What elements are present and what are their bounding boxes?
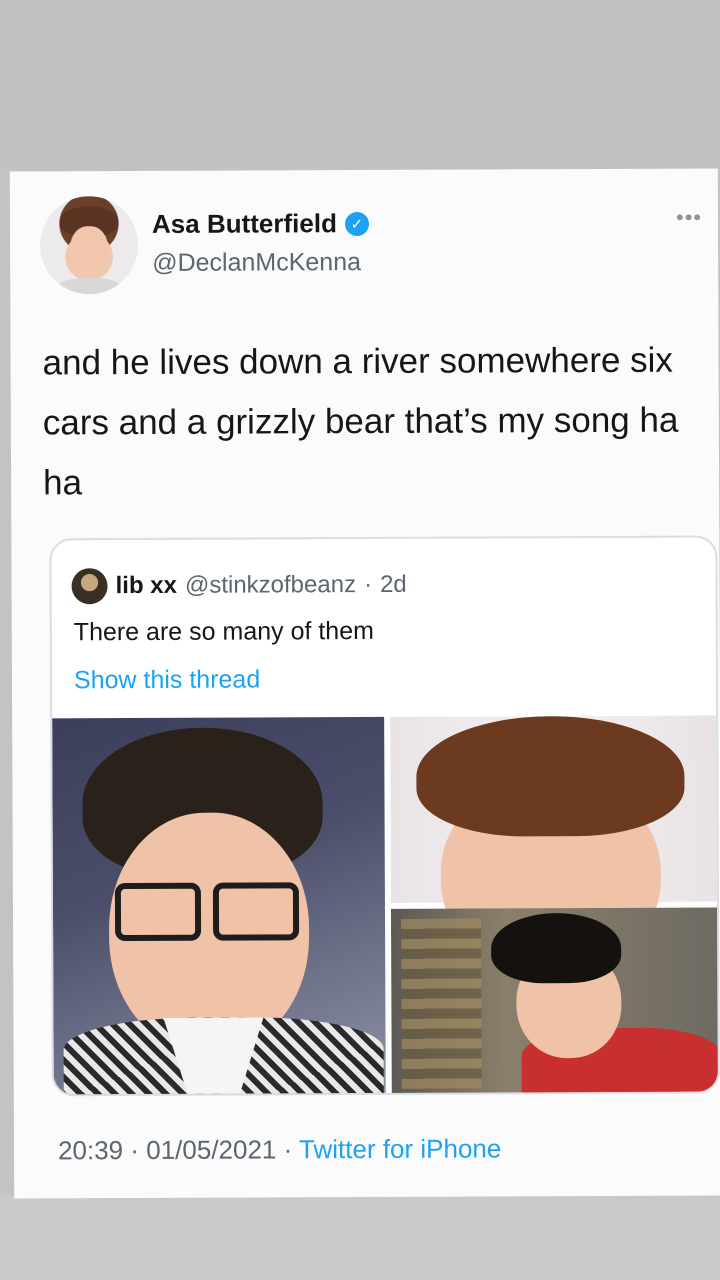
avatar-shirt xyxy=(54,278,125,295)
tweet-source[interactable]: Twitter for iPhone xyxy=(299,1133,501,1164)
tweet-text: and he lives down a river somewhere six … xyxy=(42,340,679,503)
background-bottom xyxy=(0,1195,720,1280)
meta-separator-2: · xyxy=(276,1134,300,1165)
avatar-face xyxy=(70,226,109,275)
show-thread-link[interactable]: Show this thread xyxy=(74,665,260,695)
media-image-3[interactable] xyxy=(390,907,720,1097)
tweet-date[interactable]: 01/05/2021 xyxy=(146,1134,276,1165)
tweet-card: Asa Butterfield ✓ @DeclanMcKenna ••• and… xyxy=(9,168,720,1199)
quoted-text: There are so many of them xyxy=(73,616,374,647)
verified-badge-icon: ✓ xyxy=(344,211,369,236)
quoted-tweet[interactable]: lib xx @stinkzofbeanz · 2d There are so … xyxy=(49,535,720,1097)
image-3-frame xyxy=(401,918,482,1089)
author-handle[interactable]: @DeclanMcKenna xyxy=(152,248,361,278)
tweet-time[interactable]: 20:39 xyxy=(58,1135,123,1165)
quoted-separator: · xyxy=(363,570,373,599)
quoted-media-grid xyxy=(52,715,720,1097)
image-2-hair xyxy=(416,715,685,837)
quoted-avatar[interactable] xyxy=(71,568,108,605)
tweet-timestamp: 20:39 · 01/05/2021 · Twitter for iPhone xyxy=(58,1133,501,1166)
media-image-1[interactable] xyxy=(52,716,386,1097)
background-top xyxy=(0,0,720,172)
quoted-header: lib xx @stinkzofbeanz · 2d xyxy=(71,567,407,605)
quoted-author-name[interactable]: lib xx xyxy=(116,572,177,600)
author-avatar[interactable] xyxy=(39,195,139,295)
more-options-icon[interactable]: ••• xyxy=(676,205,702,231)
author-display-name[interactable]: Asa Butterfield ✓ xyxy=(152,208,369,240)
image-1-glasses-right xyxy=(212,882,300,941)
quoted-age: 2d xyxy=(379,570,407,598)
quoted-author-handle[interactable]: @stinkzofbeanz xyxy=(185,571,356,600)
image-3-hair xyxy=(491,912,622,984)
meta-separator-1: · xyxy=(123,1134,147,1166)
image-1-glasses-left xyxy=(114,882,202,942)
author-name-text: Asa Butterfield xyxy=(151,208,337,239)
media-image-2[interactable] xyxy=(390,715,720,977)
